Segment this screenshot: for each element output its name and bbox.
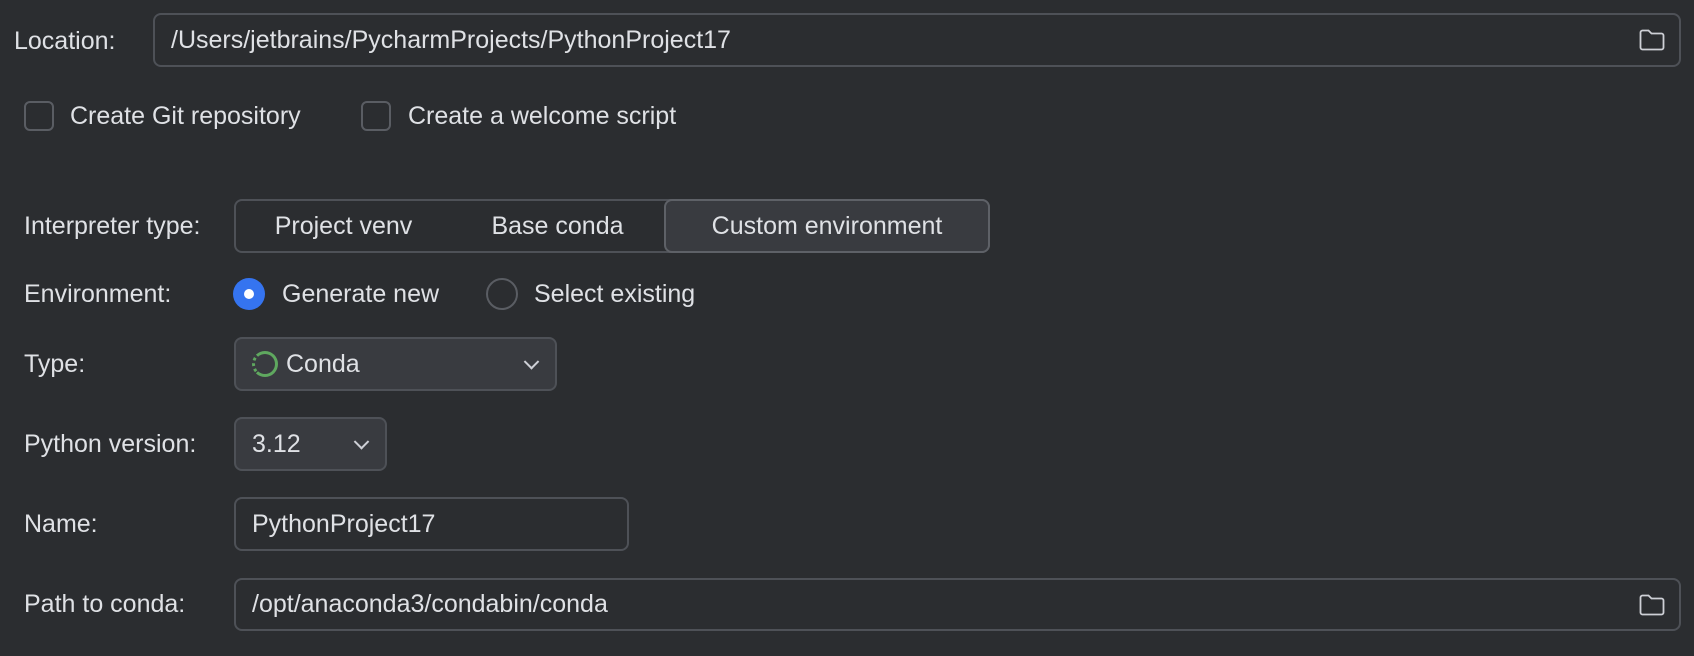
name-field[interactable]: PythonProject17 (234, 497, 629, 551)
name-label: Name: (24, 510, 98, 538)
welcome-script-label[interactable]: Create a welcome script (408, 101, 676, 131)
tab-custom-environment[interactable]: Custom environment (664, 199, 990, 253)
python-version-dropdown[interactable]: 3.12 (234, 417, 387, 471)
folder-icon[interactable] (1639, 29, 1665, 51)
select-existing-label[interactable]: Select existing (534, 279, 695, 309)
chevron-down-icon (523, 354, 540, 370)
type-dropdown[interactable]: Conda (234, 337, 557, 391)
interpreter-type-label: Interpreter type: (24, 212, 201, 240)
location-label: Location: (14, 27, 116, 55)
python-version-label: Python version: (24, 430, 197, 458)
generate-new-label[interactable]: Generate new (282, 279, 439, 309)
interpreter-type-segmented[interactable]: Project venv Base conda Custom environme… (234, 199, 990, 253)
location-input[interactable]: /Users/jetbrains/PycharmProjects/PythonP… (171, 26, 1639, 55)
location-field[interactable]: /Users/jetbrains/PycharmProjects/PythonP… (153, 13, 1681, 67)
welcome-script-checkbox[interactable] (361, 101, 391, 131)
create-git-label[interactable]: Create Git repository (70, 101, 301, 131)
tab-project-venv[interactable]: Project venv (236, 201, 451, 251)
conda-path-input[interactable]: /opt/anaconda3/condabin/conda (252, 590, 1639, 619)
conda-icon (252, 351, 278, 377)
generate-new-radio[interactable] (233, 278, 265, 310)
chevron-down-icon (353, 434, 370, 450)
type-value: Conda (286, 349, 360, 378)
create-git-checkbox[interactable] (24, 101, 54, 131)
conda-path-field[interactable]: /opt/anaconda3/condabin/conda (234, 578, 1681, 631)
select-existing-radio[interactable] (486, 278, 518, 310)
tab-base-conda[interactable]: Base conda (451, 201, 664, 251)
type-label: Type: (24, 350, 86, 378)
environment-label: Environment: (24, 280, 172, 308)
name-input[interactable]: PythonProject17 (252, 510, 627, 539)
folder-icon[interactable] (1639, 594, 1665, 616)
conda-path-label: Path to conda: (24, 590, 186, 618)
python-version-value: 3.12 (252, 429, 301, 458)
